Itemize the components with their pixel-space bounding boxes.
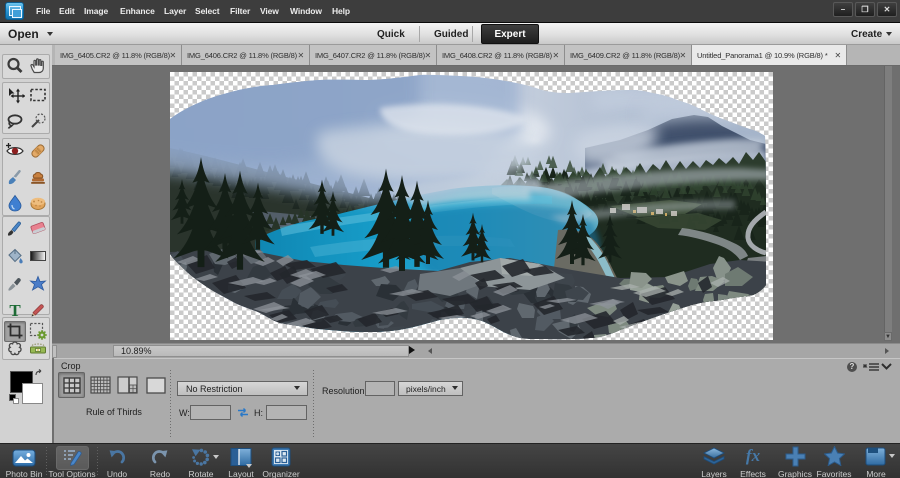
- svg-text:T: T: [9, 301, 21, 320]
- svg-text:fx: fx: [746, 446, 761, 465]
